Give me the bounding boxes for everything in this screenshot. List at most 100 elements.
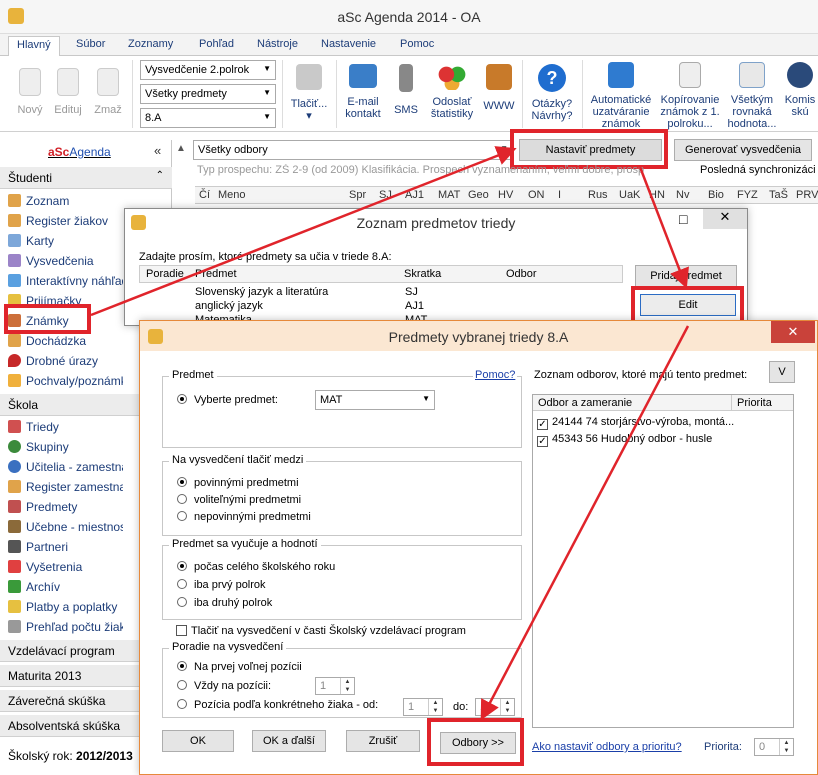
col-header[interactable]: Odbor a zameranie [538, 397, 632, 409]
col-header[interactable]: FYZ [737, 189, 758, 201]
col-header[interactable]: PRV [796, 189, 818, 201]
col-header[interactable]: HN [649, 189, 665, 201]
sidebar-item-archiv[interactable]: Archív [8, 577, 123, 597]
questions-button[interactable]: ? Otázky? Návrhy? [526, 64, 578, 122]
radio-optional[interactable]: voliteľnými predmetmi [177, 494, 301, 506]
col-header[interactable]: SJ [379, 189, 392, 201]
spinner-arrows-icon[interactable]: ▲ ▼ [500, 699, 514, 715]
sidebar-item-dochadzka[interactable]: Dochádzka [8, 331, 123, 351]
komis-button[interactable]: Komis skú [782, 62, 818, 118]
radio-by-student[interactable]: Pozícia podľa konkrétneho žiaka - od: [177, 699, 378, 711]
ok-next-button[interactable]: OK a ďalší [252, 730, 326, 752]
col-header[interactable]: HV [498, 189, 513, 201]
tab-subor[interactable]: Súbor [76, 38, 105, 50]
col-header[interactable]: Čí [199, 189, 210, 201]
close-icon[interactable]: ✕ [703, 209, 747, 229]
col-header[interactable]: ON [528, 189, 545, 201]
list-item[interactable]: ✓ 45343 56 Hudobný odbor - husle [537, 433, 712, 447]
radio-fixed-position[interactable]: Vždy na pozícii: [177, 680, 271, 692]
col-header[interactable]: Meno [218, 189, 246, 201]
sidebar-item-zoznam[interactable]: Zoznam [8, 191, 123, 211]
radio-first-half[interactable]: iba prvý polrok [177, 579, 266, 591]
list-item[interactable]: ✓ 24144 74 storjárstvo-výroba, montá... [537, 416, 734, 430]
to-stepper[interactable]: 1 ▲ ▼ [475, 698, 515, 716]
ok-button[interactable]: OK [162, 730, 234, 752]
sidebar-item-urazy[interactable]: Drobné úrazy [8, 351, 123, 371]
tab-zoznamy[interactable]: Zoznamy [128, 38, 173, 50]
email-button[interactable]: E-mail kontakt [340, 64, 386, 120]
sidebar-item-ucitelia[interactable]: Učitelia - zamestnanci [8, 457, 123, 477]
subject-select[interactable]: MAT ▼ [315, 390, 435, 410]
fields-list[interactable]: Odbor a zameranie Priorita ✓ 24144 74 sto… [532, 394, 794, 728]
tab-hlavny[interactable]: Hlavný [8, 36, 60, 57]
spinner-arrows-icon[interactable]: ▲ ▼ [340, 678, 354, 694]
sidebar-item-triedy[interactable]: Triedy [8, 417, 123, 437]
sidebar-item-platby[interactable]: Platby a poplatky [8, 597, 123, 617]
col-header[interactable]: Geo [468, 189, 489, 201]
www-button[interactable]: WWW [480, 64, 518, 112]
subjects-select[interactable]: Všetky predmety ▼ [140, 84, 276, 104]
radio-non-mandatory[interactable]: nepovinnými predmetmi [177, 511, 311, 523]
add-subject-button[interactable]: Pridaj predmet [635, 265, 737, 287]
choose-subject-radio[interactable]: Vyberte predmet: [177, 394, 278, 406]
sidebar-item-karty[interactable]: Karty [8, 231, 123, 251]
sidebar-item-skupiny[interactable]: Skupiny [8, 437, 123, 457]
sidebar-item-vysvedcenia[interactable]: Vysvedčenia [8, 251, 123, 271]
class-select[interactable]: 8.A ▼ [140, 108, 276, 128]
col-header[interactable]: Spr [349, 189, 366, 201]
report-select[interactable]: Vysvedčenie 2.polrok ▼ [140, 60, 276, 80]
uniform-value-button[interactable]: Všetkým rovnaká hodnota... [726, 62, 778, 130]
spinner-arrows-icon[interactable]: ▲ ▼ [779, 739, 793, 755]
auto-close-grades-button[interactable]: Automatické uzatváranie známok [588, 62, 654, 130]
position-stepper[interactable]: 1 ▲ ▼ [315, 677, 355, 695]
col-header[interactable]: Odbor [506, 268, 537, 280]
cancel-button[interactable]: Zrušiť [346, 730, 420, 752]
col-header[interactable]: MAT [438, 189, 460, 201]
print-svp-checkbox[interactable]: Tlačiť na vysvedčení v časti Školský vzd… [176, 625, 466, 637]
radio-whole-year[interactable]: počas celého školského roku [177, 561, 335, 573]
odbor-filter-select[interactable]: Všetky odbory ▼ [193, 140, 513, 160]
collapse-icon[interactable]: « [154, 143, 161, 158]
maximize-icon[interactable]: □ [679, 211, 687, 227]
sidebar-item-prehlad[interactable]: Prehľad počtu žiakov [8, 617, 123, 637]
table-row[interactable]: Slovenský jazyk a literatúra [195, 286, 328, 298]
tab-nastavenie[interactable]: Nastavenie [321, 38, 376, 50]
col-header[interactable]: TaŠ [769, 189, 788, 201]
priority-stepper[interactable]: 0 ▲ ▼ [754, 738, 794, 756]
stats-button[interactable]: Odoslať štatistiky [424, 64, 480, 120]
how-to-link[interactable]: Ako nastaviť odbory a prioritu? [532, 741, 682, 753]
radio-second-half[interactable]: iba druhý polrok [177, 597, 272, 609]
sidebar-item-register[interactable]: Register žiakov [8, 211, 123, 231]
new-button[interactable]: Nový [12, 68, 48, 116]
col-header[interactable]: I [558, 189, 561, 201]
tab-pomoc[interactable]: Pomoc [400, 38, 434, 50]
tab-nastroje[interactable]: Nástroje [257, 38, 298, 50]
edit-button[interactable]: Edituj [50, 68, 86, 116]
section-students[interactable]: Študenti ⌃ [0, 167, 172, 189]
col-header[interactable]: Nv [676, 189, 689, 201]
generate-reports-button[interactable]: Generovať vysvedčenia [674, 139, 812, 161]
from-stepper[interactable]: 1 ▲ ▼ [403, 698, 443, 716]
delete-button[interactable]: Zmaž [90, 68, 126, 116]
close-icon[interactable]: ✕ [771, 321, 815, 343]
col-header[interactable]: AJ1 [405, 189, 424, 201]
col-header[interactable]: Priorita [731, 395, 777, 411]
table-row[interactable]: anglický jazyk [195, 300, 263, 312]
spinner-arrows-icon[interactable]: ▲ ▼ [428, 699, 442, 715]
sidebar-item-interaktivny[interactable]: Interaktívny náhľad [8, 271, 123, 291]
col-header[interactable]: Poradie [146, 268, 184, 280]
chevron-up-icon[interactable]: ▲ [176, 143, 186, 154]
asc-logo[interactable]: aScAgenda [48, 145, 111, 159]
radio-mandatory[interactable]: povinnými predmetmi [177, 477, 299, 489]
sidebar-item-ucebne[interactable]: Učebne - miestnosti [8, 517, 123, 537]
sms-button[interactable]: SMS [390, 64, 422, 116]
sidebar-item-vysetrenia[interactable]: Vyšetrenia [8, 557, 123, 577]
copy-grades-button[interactable]: Kopírovanie známok z 1. polroku... [656, 62, 724, 130]
col-header[interactable]: Predmet [195, 268, 237, 280]
col-header[interactable]: Skratka [404, 268, 441, 280]
sidebar-item-partneri[interactable]: Partneri [8, 537, 123, 557]
print-button[interactable]: Tlačiť... ▾ [286, 64, 332, 122]
sidebar-item-pochvaly[interactable]: Pochvaly/poznámky [8, 371, 123, 391]
tab-pohlad[interactable]: Pohľad [199, 38, 234, 50]
select-fields-button[interactable]: V [769, 361, 795, 383]
